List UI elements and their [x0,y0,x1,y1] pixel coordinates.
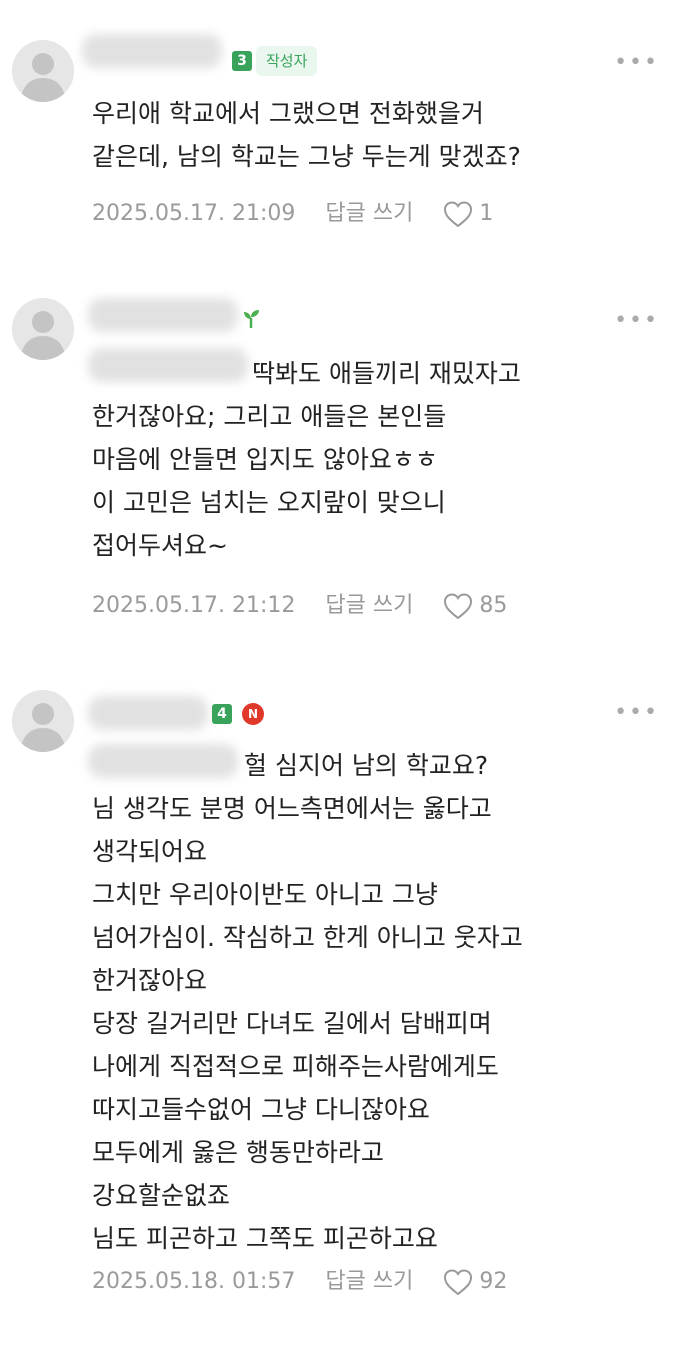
comment-date: 2025.05.18. 01:57 [92,1269,296,1294]
more-options-icon[interactable]: ••• [614,52,659,74]
like-count: 1 [479,201,494,226]
comment-line: 강요할순없죠 [92,1181,231,1210]
comment-line: 딱봐도 애들끼리 재밌자고 [252,359,521,388]
more-options-icon[interactable]: ••• [614,310,659,332]
more-options-icon[interactable]: ••• [614,702,659,724]
comment-line: 마음에 안들면 입지도 않아요ㅎㅎ [92,445,438,474]
nickname-blurred[interactable] [88,298,238,332]
level-badge: 4 [212,704,232,724]
sprout-icon [244,310,259,328]
like-button[interactable]: 85 [443,588,507,624]
comment-line: 님 생각도 분명 어느측면에서는 옳다고 [92,794,492,823]
avatar[interactable] [12,690,74,752]
like-button[interactable]: 92 [443,1264,507,1300]
comment-line: 한거잖아요; 그리고 애들은 본인들 [92,402,447,431]
like-button[interactable]: 1 [443,196,493,232]
reply-button[interactable]: 답글 쓰기 [325,1264,413,1300]
avatar[interactable] [12,40,74,102]
comment-meta: 2025.05.18. 01:57 답글 쓰기 92 [92,1264,507,1300]
comment-date: 2025.05.17. 21:09 [92,201,296,226]
comment-line: 접어두셔요~ [92,531,228,560]
author-badge: 작성자 [256,46,318,76]
comment-line: 헐 심지어 남의 학교요? [244,751,489,780]
comment-text: 우리애 학교에서 그랬으면 전화했을거 같은데, 남의 학교는 그냥 두는게 맞… [92,92,667,178]
comment-line: 나에게 직접적으로 피해주는사람에게도 [92,1052,499,1081]
like-count: 85 [479,593,508,618]
comment-date: 2025.05.17. 21:12 [92,593,296,618]
comment-line: 모두에게 옳은 행동만하라고 [92,1138,384,1167]
avatar[interactable] [12,298,74,360]
comment-line: 넘어가심이. 작심하고 한게 아니고 웃자고 [92,923,523,952]
comment-line: 이 고민은 넘치는 오지랖이 맞으니 [92,488,446,517]
reply-button[interactable]: 답글 쓰기 [325,196,413,232]
comment-meta: 2025.05.17. 21:09 답글 쓰기 1 [92,196,493,232]
level-badge: 3 [232,51,252,71]
heart-icon [444,201,473,228]
comment-line: 당장 길거리만 다녀도 길에서 담배피며 [92,1009,492,1038]
comment-line: 우리애 학교에서 그랬으면 전화했을거 [92,99,484,128]
default-avatar-icon [12,690,74,752]
comment-line: 님도 피곤하고 그쪽도 피곤하고요 [92,1224,438,1253]
comment-text: 헐 심지어 남의 학교요? 님 생각도 분명 어느측면에서는 옳다고 생각되어요… [92,744,667,1260]
naver-badge: N [242,703,264,725]
nickname-blurred[interactable] [82,34,222,68]
comment-line: 한거잖아요 [92,966,208,995]
comment-meta: 2025.05.17. 21:12 답글 쓰기 85 [92,588,507,624]
like-count: 92 [479,1269,508,1294]
reply-button[interactable]: 답글 쓰기 [325,588,413,624]
comment-item: 4 N ••• 헐 심지어 남의 학교요? 님 생각도 분명 어느측면에서는 옳… [0,660,675,1350]
comment-line: 따지고들수없어 그냥 다니잖아요 [92,1095,430,1124]
comment-text: 딱봐도 애들끼리 재밌자고 한거잖아요; 그리고 애들은 본인들 마음에 안들면… [92,352,667,567]
default-avatar-icon [12,40,74,102]
default-avatar-icon [12,298,74,360]
heart-icon [444,593,473,620]
comment-line: 같은데, 남의 학교는 그냥 두는게 맞겠죠? [92,142,521,171]
comment-line: 생각되어요 [92,837,208,866]
nickname-blurred[interactable] [88,696,208,730]
comment-item: 3 작성자 ••• 우리애 학교에서 그랬으면 전화했을거 같은데, 남의 학교… [0,0,675,260]
comment-item: ••• 딱봐도 애들끼리 재밌자고 한거잖아요; 그리고 애들은 본인들 마음에… [0,260,675,660]
heart-icon [444,1269,473,1296]
comment-line: 그치만 우리아이반도 아니고 그냥 [92,880,438,909]
